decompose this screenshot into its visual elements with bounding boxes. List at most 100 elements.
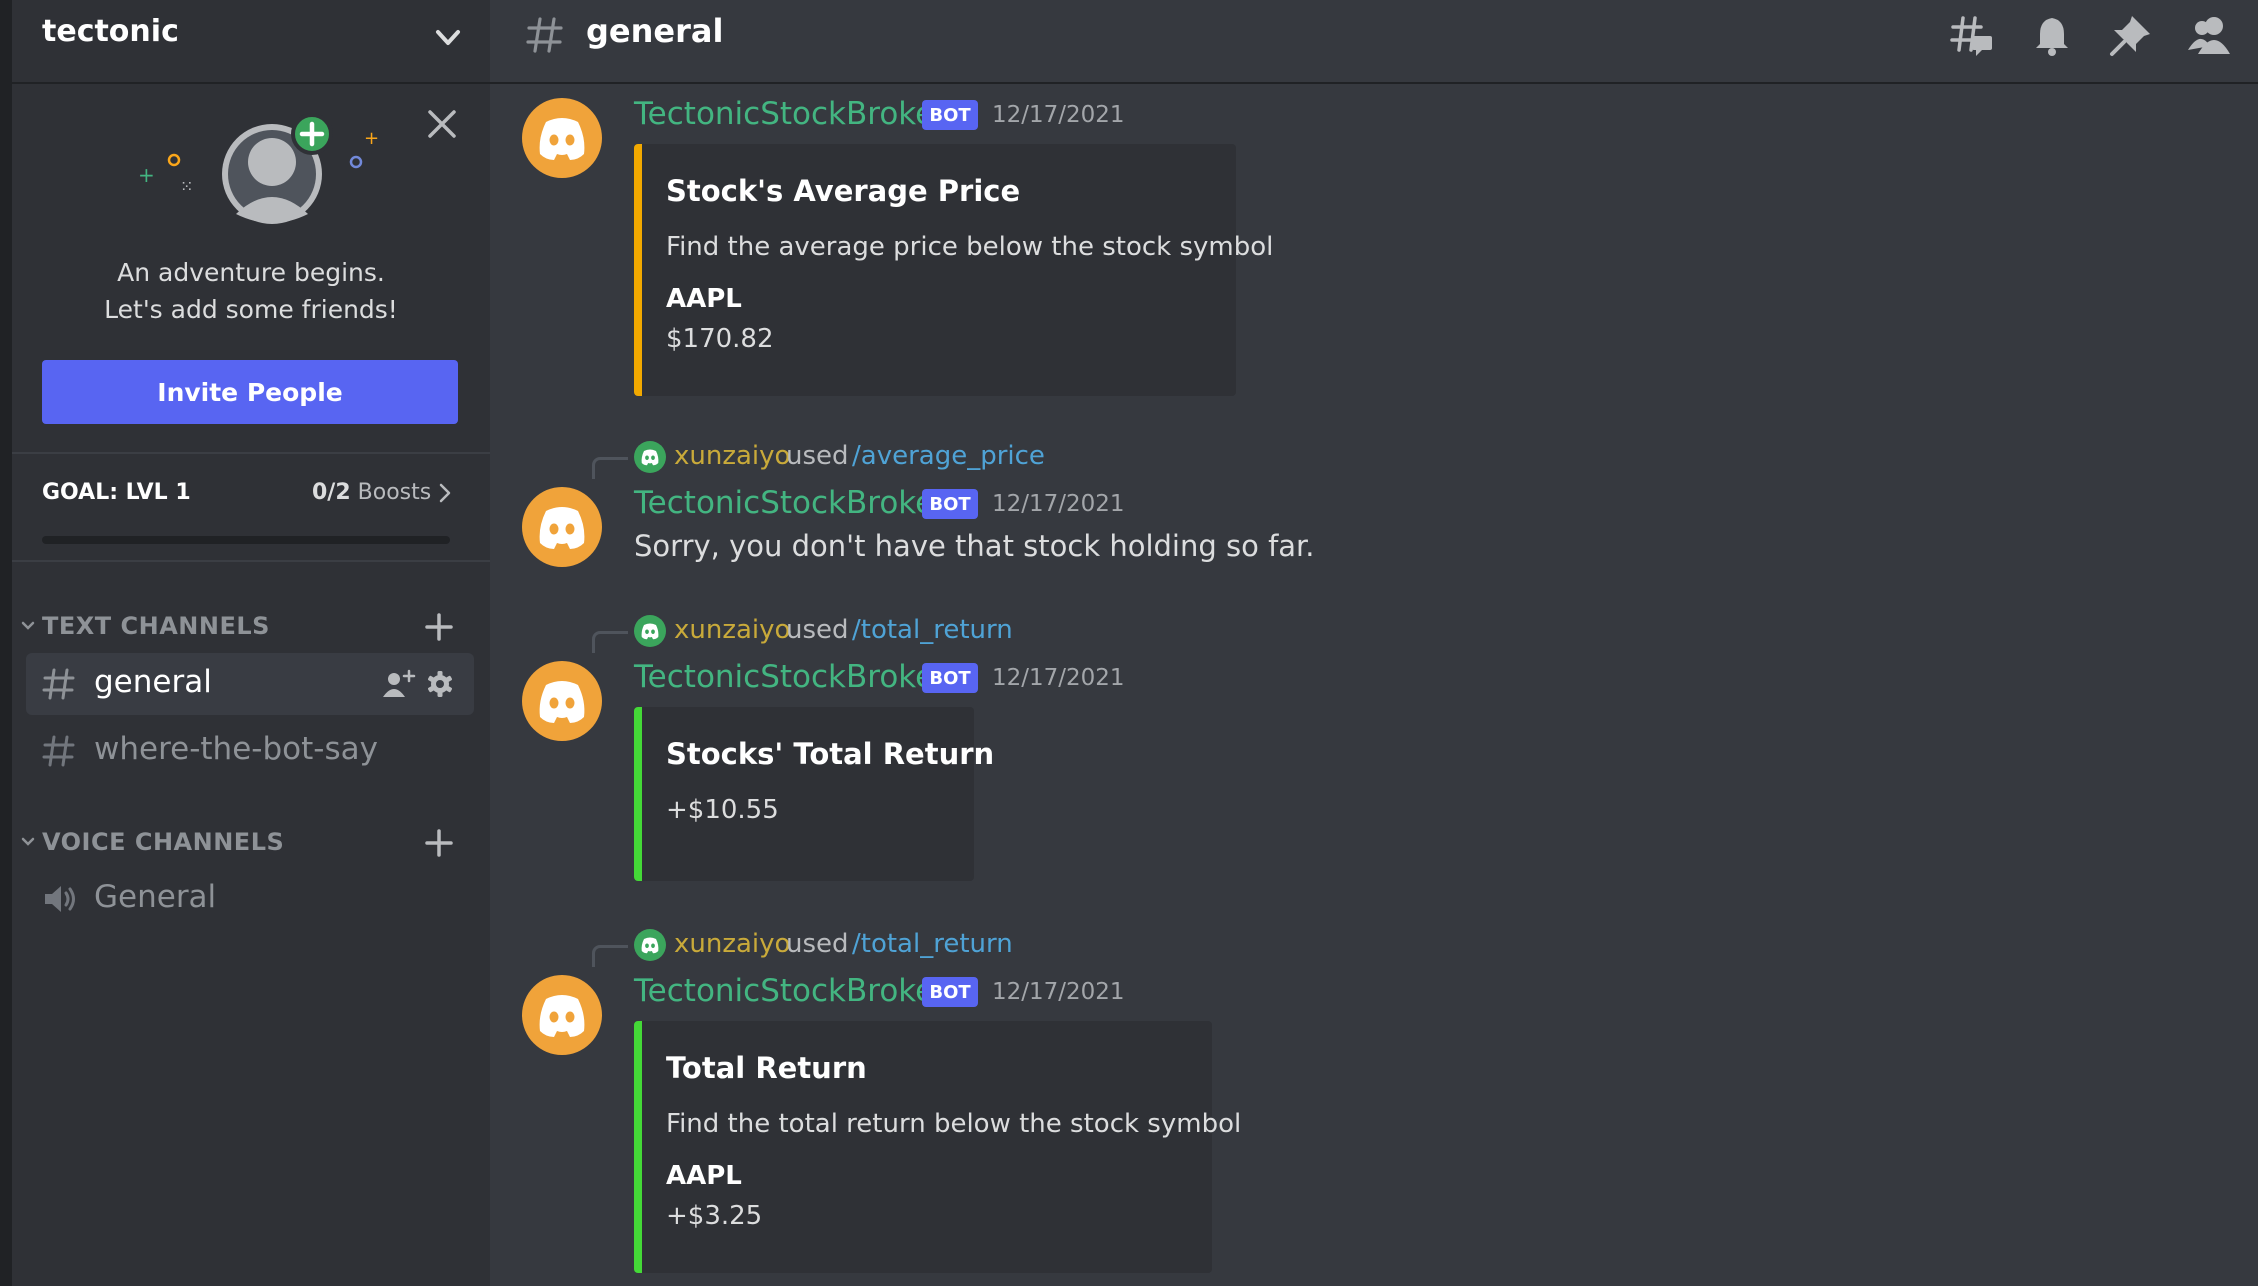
embed-description: Find the average price below the stock s… [666, 232, 1274, 262]
invite-people-button[interactable]: Invite People [42, 360, 458, 424]
timestamp: 12/17/2021 [992, 979, 1125, 1005]
discord-bot-icon [539, 507, 585, 549]
embed-description: Find the total return below the stock sy… [666, 1109, 1242, 1139]
timestamp: 12/17/2021 [992, 665, 1125, 691]
reply-username: xunzaiyo [674, 929, 791, 959]
svg-text:+: + [138, 163, 155, 187]
discord-bot-icon [539, 995, 585, 1037]
members-icon[interactable] [2186, 12, 2234, 60]
avatar[interactable] [522, 98, 602, 178]
reply-connector [592, 631, 628, 653]
avatar[interactable] [522, 487, 602, 567]
chevron-down-icon[interactable] [428, 18, 468, 58]
add-channel-icon[interactable] [422, 826, 456, 860]
avatar[interactable] [522, 661, 602, 741]
message-text: Sorry, you don't have that stock holding… [634, 529, 1315, 563]
channel-where-the-bot-say[interactable]: where-the-bot-say [26, 720, 474, 782]
invite-card: + ⁙ + An adventure begins. Let's add som… [12, 84, 490, 454]
channel-label: where-the-bot-say [94, 731, 378, 767]
embed-title: Stock's Average Price [666, 174, 1021, 208]
voice-channel-general[interactable]: General [26, 868, 474, 930]
message-author[interactable]: TectonicStockBroker [634, 659, 947, 695]
bot-badge: BOT [922, 100, 978, 130]
channel-sidebar: tectonic + ⁙ + An adventure begins. Let'… [12, 0, 490, 1286]
discord-icon [641, 623, 659, 640]
timestamp: 12/17/2021 [992, 491, 1125, 517]
reply-used-text: used [786, 929, 849, 959]
chevron-right-icon [439, 483, 451, 503]
category-label: VOICE CHANNELS [42, 828, 285, 856]
reply-connector [592, 945, 628, 967]
channel-label: general [94, 664, 212, 700]
embed-field-value: +$3.25 [666, 1201, 763, 1231]
invite-card-line2: Let's add some friends! [104, 295, 398, 324]
hashtag-icon [42, 735, 75, 767]
boost-count-value: 0/2 [312, 480, 351, 505]
invite-card-line1: An adventure begins. [117, 258, 385, 287]
gear-icon[interactable] [426, 670, 454, 698]
add-channel-icon[interactable] [422, 610, 456, 644]
category-label: TEXT CHANNELS [42, 612, 270, 640]
channel-label: General [94, 879, 217, 915]
reply-command[interactable]: /total_return [852, 615, 1013, 645]
category-voice-channels[interactable]: VOICE CHANNELS [12, 822, 490, 862]
bell-icon[interactable] [2028, 12, 2076, 60]
boost-progress-bar [42, 536, 450, 544]
message-author[interactable]: TectonicStockBroker [634, 485, 947, 521]
invite-user-icon[interactable] [382, 669, 416, 699]
reply-command[interactable]: /total_return [852, 929, 1013, 959]
discord-icon [641, 449, 659, 466]
friends-illustration-icon: + ⁙ + [138, 113, 379, 224]
threads-icon[interactable] [1948, 12, 1996, 60]
reply-avatar [634, 929, 666, 961]
pin-icon[interactable] [2106, 12, 2154, 60]
server-header[interactable]: tectonic [12, 0, 490, 84]
category-text-channels[interactable]: TEXT CHANNELS [12, 606, 490, 646]
avatar[interactable] [522, 975, 602, 1055]
svg-text:+: + [364, 128, 379, 149]
reply-connector [592, 457, 628, 479]
embed-title: Total Return [666, 1051, 867, 1085]
embed-field-name: AAPL [666, 284, 742, 314]
chevron-down-icon [21, 837, 35, 846]
embed-title: Stocks' Total Return [666, 737, 995, 771]
reply-used-text: used [786, 441, 849, 471]
server-list-edge [0, 0, 12, 1286]
timestamp: 12/17/2021 [992, 102, 1125, 128]
boost-count: 0/2 Boosts [312, 480, 431, 505]
discord-bot-icon [539, 681, 585, 723]
speaker-icon [45, 886, 75, 912]
boost-goal-label: GOAL: LVL 1 [42, 480, 191, 505]
bot-badge: BOT [922, 663, 978, 693]
boost-goal[interactable]: GOAL: LVL 1 0/2 Boosts [12, 454, 490, 562]
discord-bot-icon [539, 118, 585, 160]
boost-count-label: Boosts [357, 480, 432, 505]
close-icon[interactable] [422, 104, 462, 144]
hashtag-icon [42, 668, 75, 700]
reply-username: xunzaiyo [674, 441, 791, 471]
chevron-down-icon [21, 621, 35, 630]
discord-icon [641, 937, 659, 954]
embed: Total Return Find the total return below… [634, 1021, 1241, 1273]
embed-field-name: AAPL [666, 1161, 742, 1191]
bot-badge: BOT [922, 977, 978, 1007]
reply-avatar [634, 615, 666, 647]
hashtag-icon [526, 17, 563, 53]
message-author[interactable]: TectonicStockBroker [634, 973, 947, 1009]
bot-badge: BOT [922, 489, 978, 519]
embed-field-value: $170.82 [666, 324, 774, 354]
invite-card-text: An adventure begins. Let's add some frie… [12, 254, 490, 328]
server-name: tectonic [42, 14, 179, 49]
reply-used-text: used [786, 615, 849, 645]
channel-header: general [490, 0, 2258, 84]
chat-area: general TectonicStockBroker BOT 12/17/20… [490, 0, 2258, 1286]
message-author[interactable]: TectonicStockBroker [634, 96, 947, 132]
reply-command[interactable]: /average_price [852, 441, 1045, 471]
channel-title: general [586, 12, 724, 50]
reply-username: xunzaiyo [674, 615, 791, 645]
svg-text:⁙: ⁙ [180, 177, 193, 196]
embed: Stocks' Total Return +$10.55 [634, 707, 994, 881]
reply-avatar [634, 441, 666, 473]
channel-general[interactable]: general [26, 653, 474, 715]
embed: Stock's Average Price Find the average p… [634, 144, 1273, 396]
